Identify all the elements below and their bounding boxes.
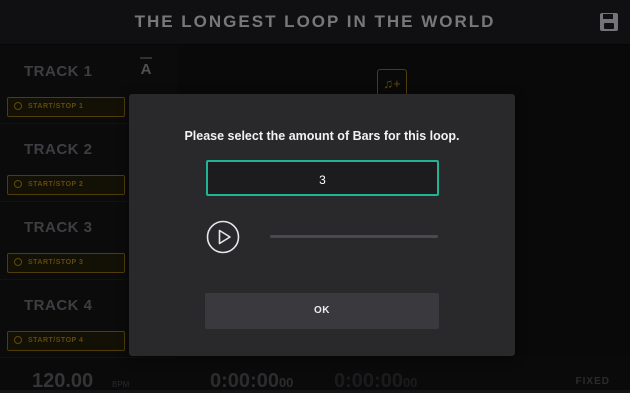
bars-dialog: Please select the amount of Bars for thi… <box>129 94 515 356</box>
ok-button[interactable]: OK <box>205 293 439 329</box>
play-button[interactable] <box>206 220 240 254</box>
preview-progress-bar[interactable] <box>270 235 438 238</box>
play-icon <box>206 220 240 254</box>
app-window: THE LONGEST LOOP IN THE WORLD TRACK 1 A … <box>0 0 630 392</box>
bars-input[interactable]: 3 <box>206 160 439 196</box>
dialog-prompt: Please select the amount of Bars for thi… <box>184 129 460 143</box>
